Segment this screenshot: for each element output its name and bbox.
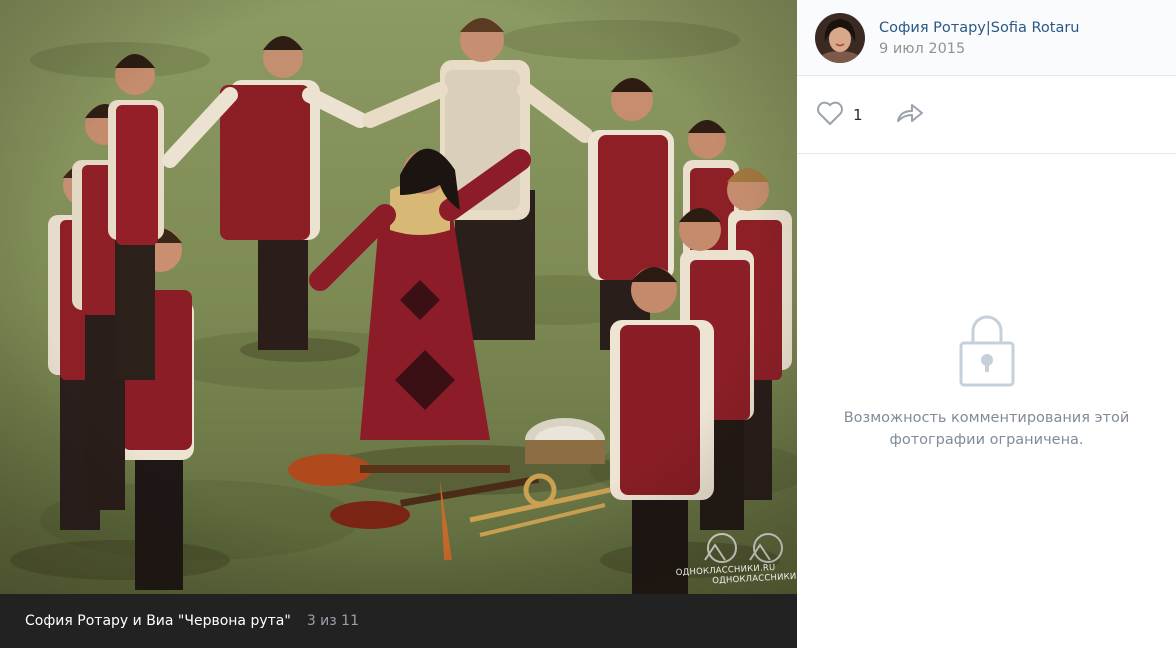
like-count: 1 <box>853 105 863 124</box>
author-name-link[interactable]: София Ротару|Sofia Rotaru <box>879 19 1080 37</box>
actions-bar: 1 <box>797 76 1176 154</box>
lock-icon <box>958 313 1016 391</box>
photo-counter: 3 из 11 <box>306 613 359 629</box>
photo-image <box>0 0 797 594</box>
author-avatar[interactable] <box>815 12 865 63</box>
avatar-image <box>815 12 865 63</box>
side-panel: София Ротару|Sofia Rotaru 9 июл 2015 1 В… <box>797 0 1176 648</box>
photo-viewer: ОДНОКЛАССНИКИ.RU ОДНОКЛАССНИКИ София Рот… <box>0 0 1176 648</box>
photo[interactable] <box>0 0 797 594</box>
like-button[interactable]: 1 <box>815 100 863 130</box>
photo-caption: София Ротару и Виа "Червона рута" <box>25 613 291 629</box>
share-button[interactable] <box>895 101 925 129</box>
share-arrow-icon <box>895 101 925 129</box>
comments-locked-text: Возможность комментирования этой фотогра… <box>843 410 1130 448</box>
post-date[interactable]: 9 июл 2015 <box>879 41 1080 57</box>
heart-icon <box>815 100 845 130</box>
comments-locked-notice: Возможность комментирования этой фотогра… <box>797 313 1176 451</box>
photo-caption-bar: София Ротару и Виа "Червона рута" 3 из 1… <box>0 594 797 648</box>
author-header: София Ротару|Sofia Rotaru 9 июл 2015 <box>797 0 1176 76</box>
photo-panel: ОДНОКЛАССНИКИ.RU ОДНОКЛАССНИКИ София Рот… <box>0 0 797 648</box>
